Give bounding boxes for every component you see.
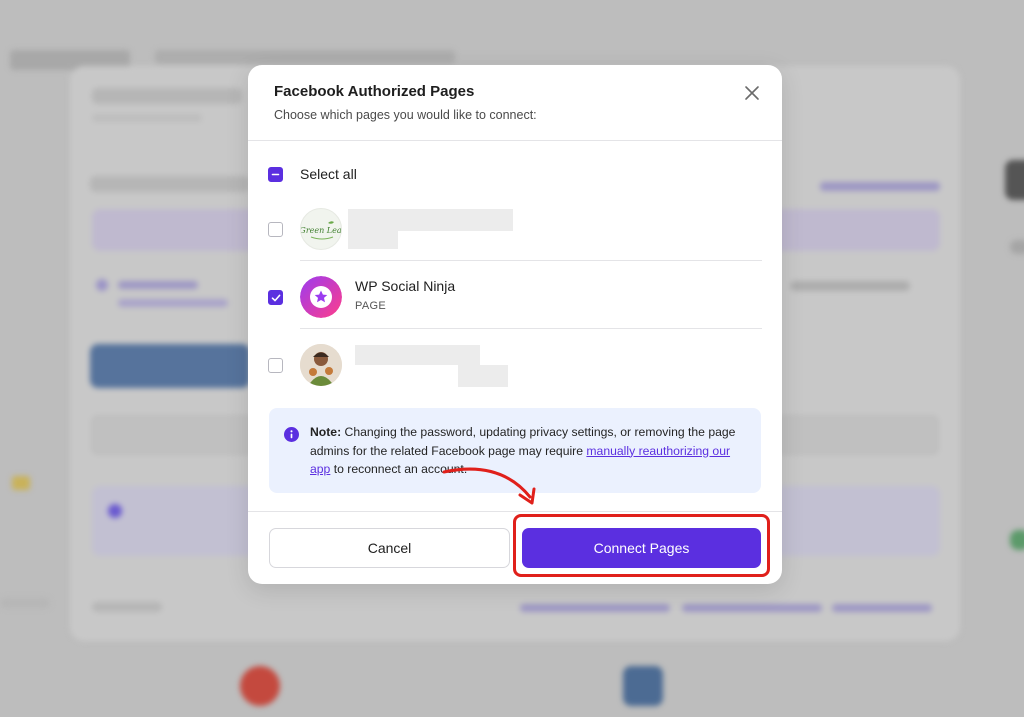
divider xyxy=(300,260,762,261)
page-name: WP Social Ninja xyxy=(355,278,456,294)
note-label: Note: xyxy=(310,425,342,439)
close-icon xyxy=(745,86,759,100)
select-all-row[interactable]: Select all xyxy=(268,162,357,186)
green-leaf-logo: Green Leaf xyxy=(300,208,342,250)
minus-icon xyxy=(271,173,280,175)
check-icon xyxy=(271,294,280,301)
note-box: Note: Changing the password, updating pr… xyxy=(269,408,761,493)
footer-divider xyxy=(248,511,782,512)
person-photo xyxy=(300,344,342,386)
note-body-end: to reconnect an account. xyxy=(330,462,468,476)
page-row-2[interactable]: WP Social Ninja PAGE xyxy=(248,263,782,331)
redacted-page-type xyxy=(458,365,508,387)
svg-text:Green Leaf: Green Leaf xyxy=(301,226,342,235)
page-checkbox[interactable] xyxy=(268,358,283,373)
page-row-3[interactable] xyxy=(248,331,782,399)
modal-title: Facebook Authorized Pages xyxy=(274,83,475,100)
wp-social-ninja-logo xyxy=(300,276,342,318)
page-row-1[interactable]: Green Leaf xyxy=(248,195,782,263)
modal-header: Facebook Authorized Pages Choose which p… xyxy=(248,65,782,141)
cancel-button[interactable]: Cancel xyxy=(269,528,510,568)
authorized-pages-modal: Facebook Authorized Pages Choose which p… xyxy=(248,65,782,584)
divider xyxy=(300,328,762,329)
close-button[interactable] xyxy=(740,81,764,105)
redacted-page-type xyxy=(348,231,398,249)
page-checkbox[interactable] xyxy=(268,290,283,305)
modal-subtitle: Choose which pages you would like to con… xyxy=(274,108,537,122)
note-text: Note: Changing the password, updating pr… xyxy=(310,423,750,479)
connect-pages-button[interactable]: Connect Pages xyxy=(522,528,761,568)
select-all-label: Select all xyxy=(300,166,357,182)
page-checkbox[interactable] xyxy=(268,222,283,237)
page-type: PAGE xyxy=(355,300,386,312)
redacted-page-name xyxy=(355,345,480,365)
select-all-checkbox[interactable] xyxy=(268,166,283,182)
redacted-page-name xyxy=(348,209,513,231)
info-icon xyxy=(284,427,299,442)
